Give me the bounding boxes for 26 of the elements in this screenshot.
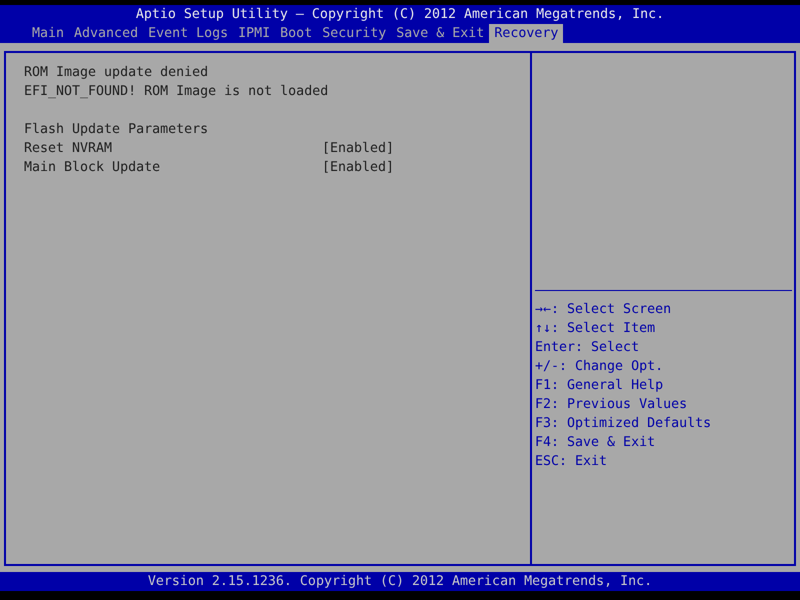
info-text: EFI_NOT_FOUND! ROM Image is not loaded bbox=[24, 83, 330, 101]
menu-tab[interactable]: Save & Exit bbox=[391, 24, 490, 43]
menu-tab[interactable]: Security bbox=[317, 24, 392, 43]
menu-tab[interactable]: Advanced bbox=[69, 24, 144, 43]
setting-value[interactable]: [Enabled] bbox=[322, 158, 394, 177]
info-text: ROM Image update denied bbox=[24, 64, 210, 82]
menu-tab[interactable]: Main bbox=[27, 24, 70, 43]
setting-label[interactable]: Main Block Update bbox=[24, 158, 322, 177]
menu-tab[interactable]: Recovery bbox=[489, 24, 564, 43]
setting-label[interactable]: Reset NVRAM bbox=[24, 139, 322, 158]
menu-tab[interactable]: Boot bbox=[275, 24, 318, 43]
help-text: →←: Select Screen bbox=[535, 301, 672, 319]
window-title: Aptio Setup Utility – Copyright (C) 2012 American Megatrends, Inc. bbox=[136, 6, 664, 24]
menu-tab[interactable]: IPMI bbox=[233, 24, 276, 43]
help-text: ESC: Exit bbox=[535, 453, 608, 471]
info-text: Flash Update Parameters bbox=[24, 121, 210, 139]
help-text: F2: Previous Values bbox=[535, 396, 688, 414]
help-text: +/-: Change Opt. bbox=[535, 358, 664, 376]
version-text: Version 2.15.1236. Copyright (C) 2012 American Megatrends, Inc. bbox=[148, 573, 652, 591]
help-text: F1: General Help bbox=[535, 377, 664, 395]
help-text: ↑↓: Select Item bbox=[535, 320, 656, 338]
help-text: F4: Save & Exit bbox=[535, 434, 656, 452]
help-text: Enter: Select bbox=[535, 339, 640, 357]
help-text: F3: Optimized Defaults bbox=[535, 415, 712, 433]
menu-tab[interactable]: Event Logs bbox=[143, 24, 234, 43]
setting-value[interactable]: [Enabled] bbox=[322, 139, 394, 158]
